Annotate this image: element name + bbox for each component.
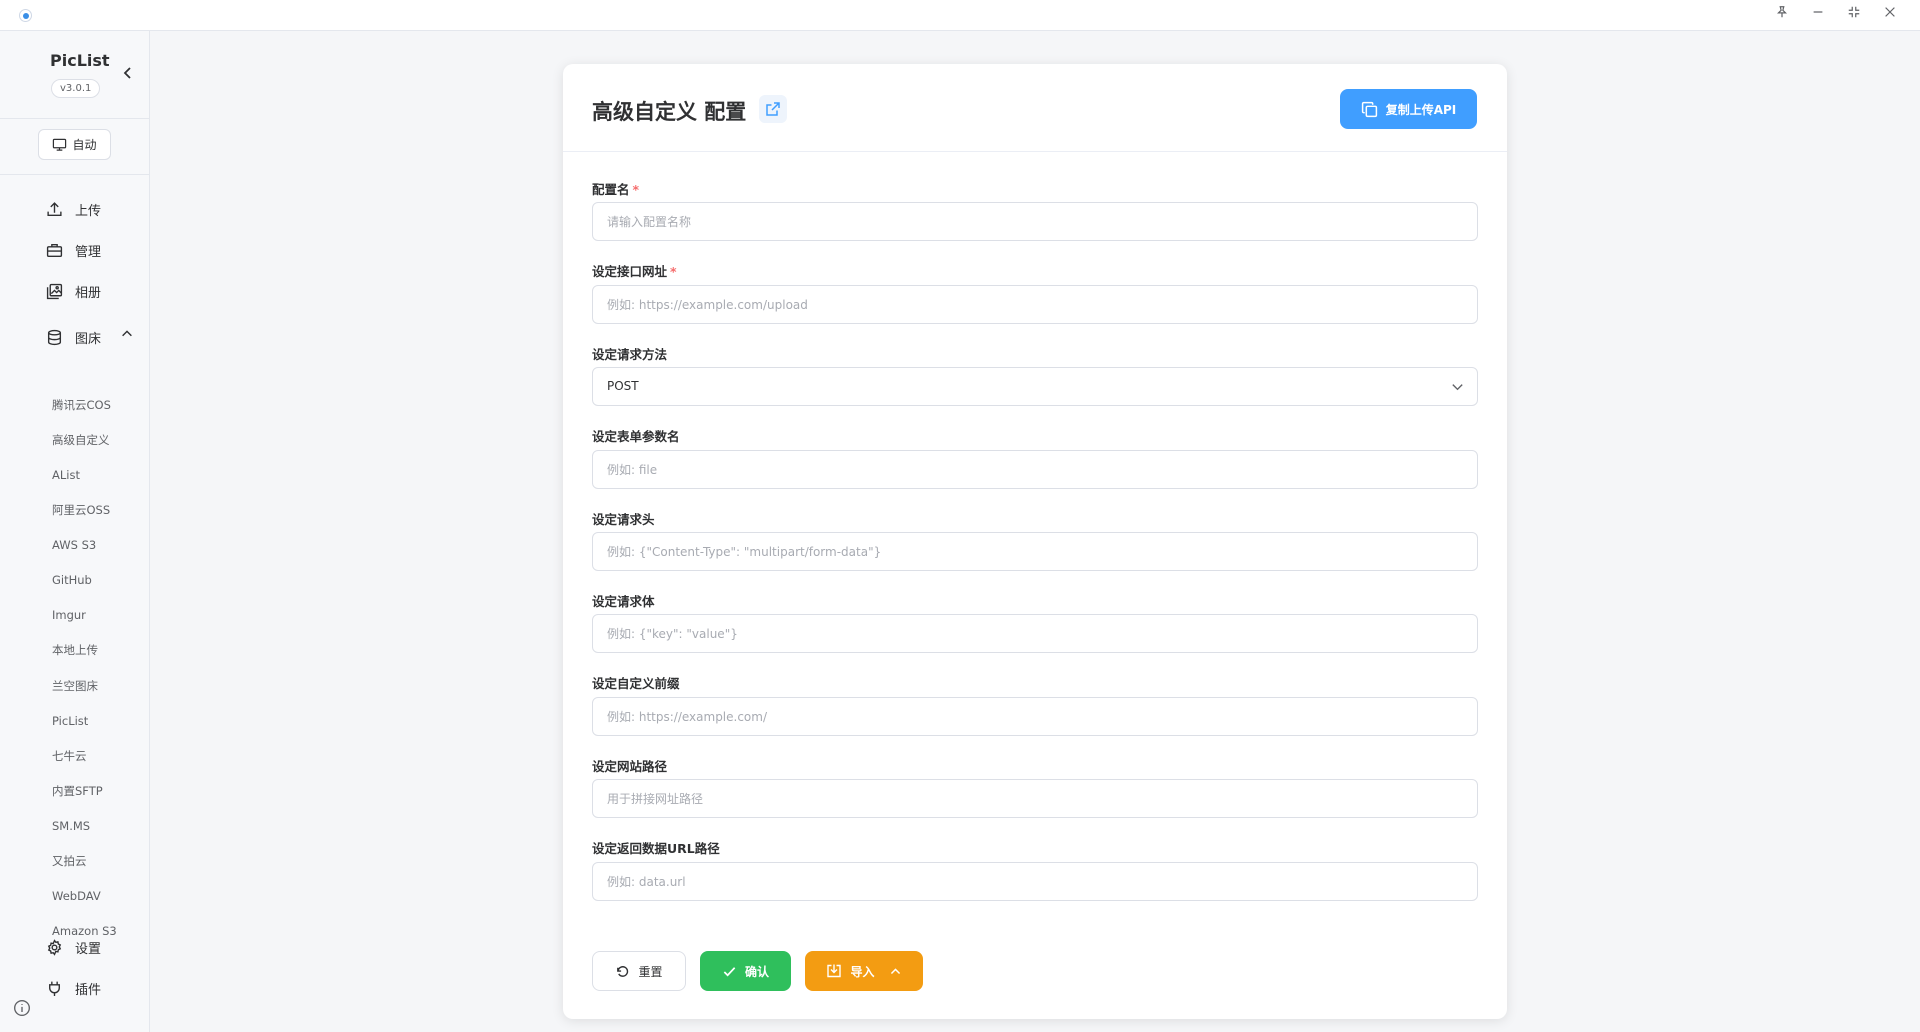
sidebar-item-image-host[interactable]: 七牛云 [52,746,87,766]
nav-settings-label: 设置 [75,941,102,957]
copy-icon [1361,101,1377,117]
restore-icon[interactable] [1842,5,1866,25]
plug-icon [49,981,60,996]
sidebar-divider [0,118,150,119]
close-icon[interactable] [1878,5,1902,25]
endpoint-input[interactable] [592,285,1478,324]
chevron-up-icon [890,967,900,974]
upload-icon [47,201,62,216]
nav-album[interactable]: 相册 [46,279,101,303]
reset-button[interactable]: 重置 [592,951,686,991]
sidebar-item-image-host[interactable]: AWS S3 [52,535,96,555]
nav-plugins-label: 插件 [75,982,102,998]
headers-input[interactable] [592,532,1478,571]
reset-label: 重置 [638,964,663,979]
chevron-up-icon[interactable] [120,327,134,341]
url-path-input[interactable] [592,862,1478,901]
import-button[interactable]: 导入 [805,951,923,991]
nav-settings[interactable]: 设置 [46,935,101,959]
form-field-label: 设定表单参数名 [592,429,680,444]
nav-image-host-label: 图床 [75,331,102,347]
sidebar-divider [0,174,150,175]
sidebar-item-image-host[interactable]: 本地上传 [52,640,98,660]
card-divider [563,151,1507,152]
app-logo-icon [19,9,32,22]
path-input[interactable] [592,779,1478,818]
title-bar [0,0,1920,31]
sidebar-item-image-host[interactable]: 又拍云 [52,851,87,871]
body-input[interactable] [592,614,1478,653]
method-label: 设定请求方法 [592,347,668,362]
config-card: 高级自定义 配置 复制上传API 配置名* 设定接口网址* 设定请求方法 POS… [563,64,1507,1019]
gear-icon [47,938,62,956]
sidebar: PicList v3.0.1 自动 上传 管理 相册 图床 腾讯云COS 高级自定… [0,31,150,1032]
gallery-icon [46,283,63,299]
monitor-icon [53,138,67,151]
config-name-input[interactable] [592,202,1478,241]
prefix-label: 设定自定义前缀 [592,676,680,691]
version-badge: v3.0.1 [51,79,101,98]
info-icon[interactable] [13,999,31,1017]
import-icon [827,964,842,978]
sidebar-item-image-host[interactable]: 阿里云OSS [52,500,110,520]
briefcase-icon [46,243,63,257]
sidebar-item-image-host[interactable]: 兰空图床 [52,676,98,696]
url-path-label: 设定返回数据URL路径 [592,841,720,856]
sidebar-item-image-host[interactable]: 高级自定义 [52,430,110,450]
sidebar-item-image-host[interactable]: PicList [52,711,88,731]
method-select[interactable]: POST [592,367,1478,406]
nav-manage[interactable]: 管理 [46,238,101,262]
refresh-icon [617,965,629,977]
external-link-icon [766,102,780,116]
sidebar-item-image-host[interactable]: Imgur [52,605,86,625]
import-label: 导入 [850,964,875,979]
sidebar-item-image-host[interactable]: 腾讯云COS [52,395,111,415]
database-icon [47,329,62,345]
nav-plugins[interactable]: 插件 [46,976,101,1000]
headers-label: 设定请求头 [592,512,655,527]
page-title: 高级自定义 配置 [592,100,747,124]
sidebar-item-image-host[interactable]: 内置SFTP [52,781,103,801]
collapse-sidebar-icon[interactable] [118,65,138,85]
theme-toggle-button[interactable]: 自动 [38,129,111,160]
check-icon [723,966,736,976]
sidebar-item-image-host[interactable]: GitHub [52,570,92,590]
nav-album-label: 相册 [75,285,102,301]
endpoint-label: 设定接口网址 * [592,264,677,279]
minimize-icon[interactable] [1806,5,1830,25]
prefix-input[interactable] [592,697,1478,736]
sidebar-item-image-host[interactable]: WebDAV [52,886,101,906]
body-label: 设定请求体 [592,594,655,609]
chevron-down-icon [1452,384,1463,391]
sidebar-item-image-host[interactable]: SM.MS [52,816,90,836]
theme-label: 自动 [72,138,97,152]
copy-upload-api-button[interactable]: 复制上传API [1340,89,1477,129]
pin-icon[interactable] [1770,5,1794,25]
config-name-label: 配置名 * [592,182,640,197]
sidebar-item-image-host[interactable]: AList [52,465,80,485]
open-docs-button[interactable] [759,95,787,123]
nav-image-host[interactable]: 图床 [46,325,101,349]
form-field-input[interactable] [592,450,1478,489]
path-label: 设定网站路径 [592,759,668,774]
confirm-label: 确认 [744,964,769,979]
copy-upload-api-label: 复制上传API [1385,102,1457,117]
nav-manage-label: 管理 [75,244,102,260]
confirm-button[interactable]: 确认 [700,951,791,991]
nav-upload[interactable]: 上传 [46,197,101,221]
method-value: POST [607,379,639,393]
nav-upload-label: 上传 [75,203,102,219]
